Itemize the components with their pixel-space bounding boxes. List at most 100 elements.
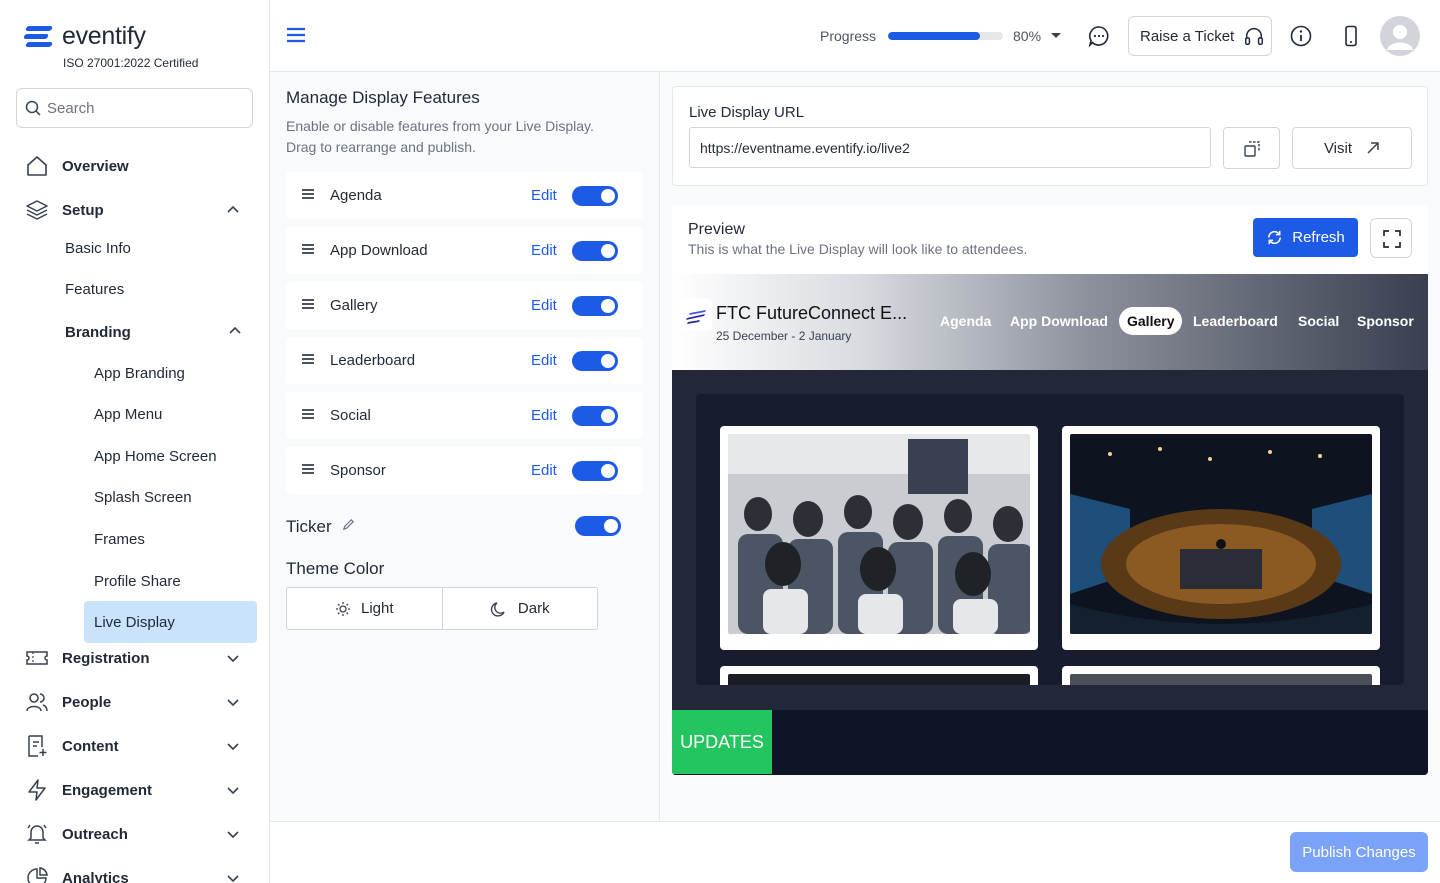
nav-overview-label: Overview: [62, 157, 129, 175]
copy-url-button[interactable]: [1223, 127, 1280, 169]
feature-row[interactable]: Social Edit: [286, 392, 643, 439]
feature-edit-link[interactable]: Edit: [531, 352, 557, 369]
feature-edit-link[interactable]: Edit: [531, 462, 557, 479]
feature-name: Leaderboard: [330, 352, 416, 369]
gallery-tile[interactable]: [1062, 666, 1380, 685]
gallery-tile[interactable]: [720, 426, 1038, 650]
refresh-icon: [1268, 230, 1282, 245]
chevron-down-icon[interactable]: [224, 737, 242, 755]
nav-live-display[interactable]: Live Display: [84, 601, 257, 643]
nav-app-menu[interactable]: App Menu: [94, 406, 162, 423]
gallery-photo: [728, 674, 1030, 685]
drag-handle-icon[interactable]: [302, 189, 314, 199]
pie-chart-icon: [27, 867, 48, 883]
feature-edit-link[interactable]: Edit: [531, 297, 557, 314]
refresh-button[interactable]: Refresh: [1253, 218, 1358, 257]
drag-handle-icon[interactable]: [302, 354, 314, 364]
live-display-preview: FTC FutureConnect E... 25 December - 2 J…: [672, 274, 1428, 775]
feature-edit-link[interactable]: Edit: [531, 187, 557, 204]
preview-nav-gallery[interactable]: Gallery: [1119, 307, 1183, 335]
nav-app-branding[interactable]: App Branding: [94, 365, 185, 382]
feature-toggle[interactable]: [572, 406, 618, 426]
preview-card: Preview This is what the Live Display wi…: [672, 205, 1428, 775]
chat-icon[interactable]: [1087, 24, 1111, 48]
avatar[interactable]: [1380, 16, 1420, 56]
chevron-down-icon[interactable]: [224, 649, 242, 667]
nav-basic-info[interactable]: Basic Info: [65, 240, 131, 257]
feature-row[interactable]: Sponsor Edit: [286, 447, 643, 494]
nav-outreach[interactable]: Outreach: [0, 816, 269, 852]
chevron-down-icon[interactable]: [224, 781, 242, 799]
info-icon[interactable]: [1289, 24, 1313, 48]
nav-registration[interactable]: Registration: [0, 640, 269, 676]
preview-nav-social[interactable]: Social: [1298, 313, 1339, 329]
pencil-icon[interactable]: [342, 518, 355, 531]
feature-edit-link[interactable]: Edit: [531, 407, 557, 424]
preview-nav-agenda[interactable]: Agenda: [940, 313, 991, 329]
nav-features[interactable]: Features: [65, 281, 124, 298]
fullscreen-button[interactable]: [1370, 218, 1412, 258]
certification-text: ISO 27001:2022 Certified: [63, 56, 199, 70]
feature-row[interactable]: Leaderboard Edit: [286, 337, 643, 384]
brand-logo[interactable]: eventify: [23, 22, 146, 51]
url-input[interactable]: [689, 127, 1211, 168]
chevron-down-icon[interactable]: [224, 869, 242, 883]
menu-icon[interactable]: [287, 27, 305, 43]
drag-handle-icon[interactable]: [302, 244, 314, 254]
nav-overview[interactable]: Overview: [0, 148, 269, 184]
panel-description: Enable or disable features from your Liv…: [286, 118, 594, 155]
progress-dropdown-caret[interactable]: [1051, 33, 1061, 38]
nav-frames[interactable]: Frames: [94, 531, 145, 548]
nav-splash-screen[interactable]: Splash Screen: [94, 489, 192, 506]
feature-row[interactable]: App Download Edit: [286, 227, 643, 274]
chevron-up-icon[interactable]: [226, 322, 244, 340]
nav-setup[interactable]: Setup: [0, 192, 269, 228]
nav-branding[interactable]: Branding: [65, 324, 131, 341]
feature-toggle[interactable]: [572, 461, 618, 481]
right-area: Live Display URL Visit Preview This is w…: [660, 72, 1440, 822]
nav-engagement-label: Engagement: [62, 781, 153, 799]
visit-label: Visit: [1323, 139, 1353, 157]
feature-row[interactable]: Agenda Edit: [286, 172, 643, 219]
feature-toggle[interactable]: [572, 296, 618, 316]
search-box[interactable]: [16, 88, 253, 128]
chevron-down-icon[interactable]: [224, 693, 242, 711]
preview-nav-sponsor[interactable]: Sponsor: [1357, 313, 1414, 329]
theme-selector: Light Dark: [286, 587, 598, 630]
refresh-label: Refresh: [1292, 229, 1345, 246]
drag-handle-icon[interactable]: [302, 409, 314, 419]
visit-button[interactable]: Visit: [1292, 127, 1412, 169]
chevron-down-icon[interactable]: [224, 825, 242, 843]
chevron-up-icon[interactable]: [224, 201, 242, 219]
feature-edit-link[interactable]: Edit: [531, 242, 557, 259]
feature-toggle[interactable]: [572, 351, 618, 371]
gallery-tile[interactable]: [720, 666, 1038, 685]
preview-nav-app-download[interactable]: App Download: [1010, 313, 1108, 329]
drag-handle-icon[interactable]: [302, 464, 314, 474]
theme-dark-option[interactable]: Dark: [441, 588, 598, 629]
ticker-toggle[interactable]: [575, 516, 621, 536]
theme-light-option[interactable]: Light: [287, 588, 442, 629]
theme-dark-label: Dark: [517, 600, 550, 617]
progress-percent: 80%: [1013, 28, 1042, 44]
nav-profile-share[interactable]: Profile Share: [94, 573, 181, 590]
nav-content[interactable]: Content: [0, 728, 269, 764]
raise-ticket-button[interactable]: Raise a Ticket: [1128, 16, 1272, 56]
nav-analytics[interactable]: Analytics: [0, 860, 269, 883]
ticket-icon: [26, 651, 48, 665]
nav-people[interactable]: People: [0, 684, 269, 720]
nav-app-home-screen[interactable]: App Home Screen: [94, 448, 217, 465]
nav-engagement[interactable]: Engagement: [0, 772, 269, 808]
publish-changes-button[interactable]: Publish Changes: [1290, 832, 1428, 872]
gallery-tile[interactable]: [1062, 426, 1380, 650]
feature-toggle[interactable]: [572, 186, 618, 206]
feature-toggle[interactable]: [572, 241, 618, 261]
headset-icon: [1245, 28, 1264, 45]
preview-nav-leaderboard[interactable]: Leaderboard: [1193, 313, 1278, 329]
copy-icon: [1244, 141, 1260, 157]
search-input[interactable]: [47, 99, 247, 117]
mobile-icon[interactable]: [1339, 24, 1363, 48]
feature-row[interactable]: Gallery Edit: [286, 282, 643, 329]
manage-display-panel: Manage Display Features Enable or disabl…: [270, 72, 660, 822]
drag-handle-icon[interactable]: [302, 299, 314, 309]
